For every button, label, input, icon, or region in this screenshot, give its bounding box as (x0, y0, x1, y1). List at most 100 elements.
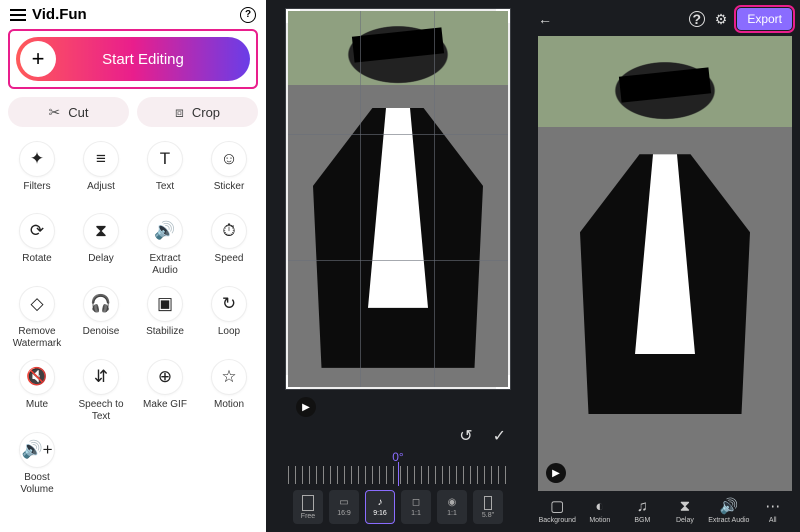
tool-extract-audio[interactable]: 🔊 Extract Audio (136, 213, 194, 276)
ratio-badge-icon: ◻ (412, 497, 420, 508)
confirm-icon[interactable]: ✓ (493, 426, 506, 446)
plus-icon: + (20, 41, 56, 77)
ratio-badge-icon: ♪ (378, 497, 383, 508)
adjust-icon: ≡ (83, 141, 119, 177)
crop-controls: ↺ ✓ (272, 426, 524, 450)
tool-label: Text (156, 181, 174, 203)
tool-panel: Vid.Fun ? + Start Editing ✂ Cut ⧈ Crop ✦… (0, 0, 266, 532)
tool-motion[interactable]: ☆Motion (200, 359, 258, 422)
tool-label: Rotate (22, 253, 51, 275)
play-button[interactable]: ▶ (296, 397, 316, 417)
filters-icon: ✦ (19, 141, 55, 177)
export-button[interactable]: Export (737, 8, 792, 30)
crop-handle[interactable] (286, 375, 300, 389)
aspect-ratio-row: Free ▭16:9♪9:16 ◻ 1:1 ◉ 1:1 5.8" (293, 490, 503, 524)
tool-stabilize[interactable]: ▣ Stabilize (136, 286, 194, 349)
crop-handle[interactable] (496, 375, 510, 389)
btool-label: BGM (634, 517, 650, 524)
loop-icon: ↻ (211, 286, 247, 322)
btool-extract-audio[interactable]: 🔊Extract Audio (708, 497, 749, 524)
ratio-badge-icon: ◉ (448, 497, 457, 508)
start-label: Start Editing (56, 51, 250, 68)
tool-boost-volume[interactable]: 🔊+Boost Volume (8, 432, 66, 495)
ratio-58[interactable]: 5.8" (473, 490, 503, 524)
start-highlight-box: + Start Editing (8, 29, 258, 89)
crop-preview[interactable]: ▶ (285, 8, 511, 390)
tool-mute[interactable]: 🔇Mute (8, 359, 66, 422)
stabilize-icon: ▣ (147, 286, 183, 322)
ratio-Free[interactable]: Free (293, 490, 323, 524)
btool-bgm[interactable]: ♫ BGM (623, 497, 662, 524)
tool-speech-to-text[interactable]: ⇵Speech to Text (72, 359, 130, 422)
tool-make-gif[interactable]: ⊕Make GIF (136, 359, 194, 422)
ratio-169[interactable]: ▭16:9 (329, 490, 359, 524)
right-header: ← ? ⚙ Export (538, 8, 792, 30)
btool-background[interactable]: ▢Background (538, 497, 577, 524)
ratio-label: 16:9 (337, 510, 351, 517)
export-panel: ← ? ⚙ Export ▶ ▢Background◐Motion ♫ BGM ⧗De… (530, 0, 800, 532)
ratio-label: Free (301, 513, 315, 520)
btool-label: Background (539, 517, 576, 524)
tool-rotate[interactable]: ⟳ Rotate (8, 213, 66, 276)
btool-all[interactable]: ⋯All (753, 497, 792, 524)
ratio-label: 1:1 (411, 510, 421, 517)
tool-label: Sticker (214, 181, 245, 203)
extract-audio-icon: 🔊 (147, 213, 183, 249)
tool-text[interactable]: TText (136, 141, 194, 203)
scissors-icon: ✂ (49, 104, 61, 121)
help-icon[interactable]: ? (240, 7, 256, 23)
settings-icon[interactable]: ⚙ (715, 11, 728, 28)
tool-denoise[interactable]: 🎧Denoise (72, 286, 130, 349)
crop-handle[interactable] (286, 9, 300, 23)
speech-to-text-icon: ⇵ (83, 359, 119, 395)
btool-delay[interactable]: ⧗Delay (666, 497, 705, 524)
brand: Vid.Fun (10, 6, 87, 23)
crop-icon: ⧈ (175, 104, 184, 121)
crop-handle[interactable] (496, 9, 510, 23)
cut-crop-row: ✂ Cut ⧈ Crop (8, 97, 258, 127)
cut-label: Cut (68, 105, 88, 120)
tool-filters[interactable]: ✦ Filters (8, 141, 66, 203)
tool-label: Make GIF (143, 399, 187, 421)
mute-icon: 🔇 (19, 359, 55, 395)
crop-editor: ▶ ↺ ✓ 0° Free▭16:9♪9:16◻1:1◉1:15.8" (266, 0, 530, 532)
back-icon[interactable]: ← (538, 11, 552, 27)
ratio-label: 1:1 (447, 510, 457, 517)
tool-label: Speed (215, 253, 244, 275)
btool-motion[interactable]: ◐Motion (581, 497, 620, 524)
reset-rotation-icon[interactable]: ↺ (459, 426, 472, 446)
crop-label: Crop (192, 105, 220, 120)
tool-label: Filters (23, 181, 50, 203)
btool-label: All (769, 517, 777, 524)
crop-frame[interactable] (286, 9, 510, 389)
rotation-ruler[interactable] (288, 466, 508, 484)
tool-delay[interactable]: ⧗Delay (72, 213, 130, 276)
start-editing-button[interactable]: + Start Editing (16, 37, 250, 81)
ratio-11[interactable]: ◻ 1:1 (401, 490, 431, 524)
cut-button[interactable]: ✂ Cut (8, 97, 129, 127)
tool-speed[interactable]: ⏱ Speed (200, 213, 258, 276)
tool-loop[interactable]: ↻Loop (200, 286, 258, 349)
tool-sticker[interactable]: ☺Sticker (200, 141, 258, 203)
bgm-icon: ♫ (637, 497, 648, 515)
help-icon[interactable]: ? (689, 11, 705, 27)
tool-label: Stabilize (146, 326, 184, 348)
rotate-icon: ⟳ (19, 213, 55, 249)
speed-icon: ⏱ (211, 213, 247, 249)
play-button[interactable]: ▶ (546, 463, 566, 483)
export-preview: ▶ (538, 36, 792, 491)
left-header: Vid.Fun ? (8, 6, 258, 29)
tool-label: Delay (88, 253, 114, 275)
tool-adjust[interactable]: ≡Adjust (72, 141, 130, 203)
ratio-916[interactable]: ♪9:16 (365, 490, 395, 524)
ratio-shape (302, 495, 314, 511)
tool-grid: ✦ Filters ≡AdjustTText☺Sticker ⟳ Rotate ⧗Dela… (8, 137, 258, 526)
ratio-11[interactable]: ◉ 1:1 (437, 490, 467, 524)
menu-icon[interactable] (10, 9, 26, 21)
crop-button[interactable]: ⧈ Crop (137, 97, 258, 127)
extract-audio-icon: 🔊 (719, 497, 738, 515)
tool-remove-watermark[interactable]: ◇Remove Watermark (8, 286, 66, 349)
video-frame (538, 36, 792, 491)
tool-label: Extract Audio (136, 253, 194, 276)
tool-label: Boost Volume (8, 472, 66, 495)
